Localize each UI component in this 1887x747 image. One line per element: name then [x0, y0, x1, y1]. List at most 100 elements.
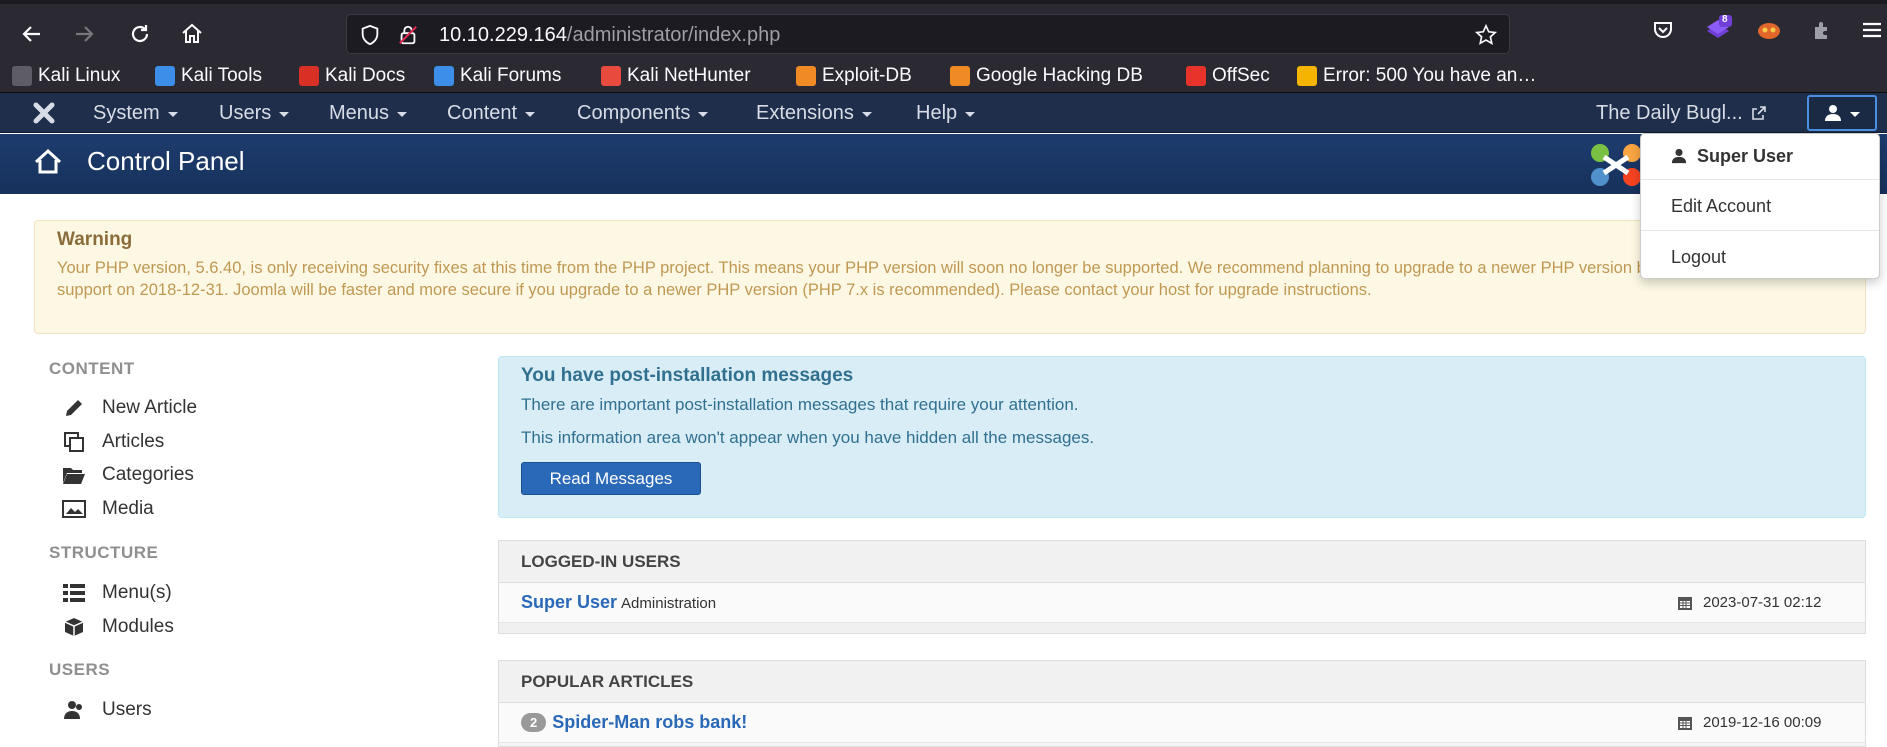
sidebar-item-label: Media: [102, 498, 154, 519]
dropdown-user-name: Super User: [1697, 145, 1794, 166]
joomla-logo-button[interactable]: [30, 93, 58, 133]
user-icon: [1825, 105, 1841, 121]
menu-content[interactable]: Content: [447, 93, 536, 133]
user-name: Super User: [521, 592, 618, 612]
sidebar-item-label: Articles: [102, 431, 165, 452]
logged-in-users-title: LOGGED-IN USERS: [499, 541, 1865, 583]
caret-down-icon: [698, 112, 709, 117]
article-link[interactable]: Spider-Man robs bank!: [552, 712, 747, 732]
user-icon: [1671, 148, 1687, 164]
bookmark-exploit-db[interactable]: Exploit-DB: [796, 63, 912, 89]
warning-title: Warning: [57, 229, 133, 250]
sidebar-item-users[interactable]: Users: [62, 697, 152, 723]
home-button[interactable]: [174, 16, 210, 52]
sidebar-heading-users: USERS: [49, 660, 111, 679]
article-date: 2019-12-16 00:09: [1677, 714, 1821, 731]
login-date: 2023-07-31 02:12: [1677, 594, 1821, 611]
caret-down-icon: [397, 112, 408, 117]
folder-open-icon: [62, 463, 86, 487]
menu-label: Content: [447, 101, 518, 124]
hamburger-menu-icon[interactable]: [1860, 18, 1884, 42]
sidebar-item-media[interactable]: Media: [62, 496, 154, 522]
bookmark-label: Kali NetHunter: [627, 65, 751, 86]
kali-nethunter-icon: [601, 66, 621, 86]
back-button[interactable]: [14, 16, 50, 52]
logged-in-users-panel: LOGGED-IN USERS Super User Administration…: [498, 540, 1866, 634]
calendar-icon: [1678, 716, 1692, 730]
sidebar-item-label: New Article: [102, 397, 198, 418]
bookmark-google-hacking-db[interactable]: Google Hacking DB: [950, 63, 1143, 89]
bookmark-offsec[interactable]: OffSec: [1186, 63, 1270, 89]
sidebar-heading-structure: STRUCTURE: [49, 543, 159, 562]
joomla-logo-icon: [1591, 144, 1641, 186]
sidebar-heading-content: CONTENT: [49, 359, 135, 378]
sidebar-item-modules[interactable]: Modules: [62, 614, 174, 640]
user-menu-toggle[interactable]: [1807, 95, 1877, 131]
sidebar-item-categories[interactable]: Categories: [62, 462, 194, 488]
caret-down-icon: [167, 112, 178, 117]
forward-arrow-icon: [76, 26, 94, 42]
reload-icon: [131, 25, 149, 43]
menu-extensions[interactable]: Extensions: [756, 93, 872, 133]
hits-badge: 2: [521, 713, 547, 732]
sidebar-item-label: Categories: [102, 464, 194, 485]
dropdown-divider: [1641, 179, 1879, 180]
image-icon: [62, 497, 86, 521]
bookmark-kali-linux[interactable]: Kali Linux: [12, 63, 120, 89]
bookmark-label: OffSec: [1212, 65, 1270, 86]
bookmark-kali-docs[interactable]: Kali Docs: [299, 63, 405, 89]
pencil-icon: [62, 396, 86, 420]
shield-icon[interactable]: [359, 24, 381, 46]
reload-button[interactable]: [122, 16, 158, 52]
bookmark-kali-tools[interactable]: Kali Tools: [155, 63, 262, 89]
bookmark-label: Exploit-DB: [822, 65, 912, 86]
edit-account-link[interactable]: Edit Account: [1641, 184, 1879, 228]
sidebar-item-label: Modules: [102, 616, 174, 637]
pocket-icon[interactable]: [1651, 18, 1675, 42]
table-row: 2 Spider-Man robs bank! 2019-12-16 00:09: [499, 703, 1865, 743]
user-dropdown-menu: Super User Edit Account Logout: [1640, 133, 1880, 279]
site-link-label: The Daily Bugl...: [1596, 101, 1743, 124]
popular-articles-title: POPULAR ARTICLES: [499, 661, 1865, 703]
caret-down-icon: [1850, 112, 1860, 117]
addon-icon[interactable]: [1756, 18, 1782, 42]
warning-text: Your PHP version, 5.6.40, is only receiv…: [57, 259, 1810, 299]
menu-users[interactable]: Users: [219, 93, 290, 133]
read-messages-button[interactable]: Read Messages: [521, 462, 701, 495]
menu-system[interactable]: System: [93, 93, 178, 133]
url-text[interactable]: 10.10.229.164/administrator/index.php: [439, 24, 780, 47]
url-bar[interactable]: 10.10.229.164/administrator/index.php: [346, 14, 1510, 54]
bookmark-kali-nethunter[interactable]: Kali NetHunter: [601, 63, 751, 89]
bookmark-error-500[interactable]: Error: 500 You have an…: [1297, 63, 1536, 89]
bookmark-label: Kali Tools: [181, 65, 262, 86]
bookmark-label: Kali Docs: [325, 65, 406, 86]
menu-components[interactable]: Components: [577, 93, 709, 133]
sidebar-item-label: Users: [102, 699, 152, 720]
users-icon: [62, 698, 86, 722]
sidebar-item-new-article[interactable]: New Article: [62, 395, 197, 421]
bookmark-kali-forums[interactable]: Kali Forums: [434, 63, 561, 89]
php-warning-alert: Warning Your PHP version, 5.6.40, is onl…: [34, 220, 1866, 334]
bookmark-star-icon[interactable]: [1475, 24, 1497, 46]
logged-in-user-link[interactable]: Super User Administration: [521, 592, 716, 613]
sidebar-item-articles[interactable]: Articles: [62, 429, 164, 455]
site-preview-link[interactable]: The Daily Bugl...: [1596, 93, 1767, 133]
bookmark-label: Kali Linux: [38, 65, 121, 86]
bookmark-label: Error: 500 You have an…: [1323, 65, 1537, 86]
ghdb-icon: [950, 66, 970, 86]
logout-link[interactable]: Logout: [1641, 235, 1879, 279]
page-title: Control Panel: [87, 146, 245, 176]
extensions-icon[interactable]: [1810, 18, 1834, 42]
menu-menus[interactable]: Menus: [329, 93, 408, 133]
caret-down-icon: [525, 112, 536, 117]
exploit-db-icon: [796, 66, 816, 86]
home-icon: [34, 148, 62, 174]
sidebar-item-menus[interactable]: Menu(s): [62, 580, 172, 606]
table-row: Super User Administration 2023-07-31 02:1…: [499, 583, 1865, 623]
forward-button[interactable]: [66, 16, 102, 52]
menu-help[interactable]: Help: [916, 93, 976, 133]
extension-notification-icon[interactable]: 8: [1704, 14, 1734, 44]
insecure-lock-icon[interactable]: [397, 24, 419, 46]
dropdown-divider: [1641, 230, 1879, 231]
copy-icon: [62, 430, 86, 454]
